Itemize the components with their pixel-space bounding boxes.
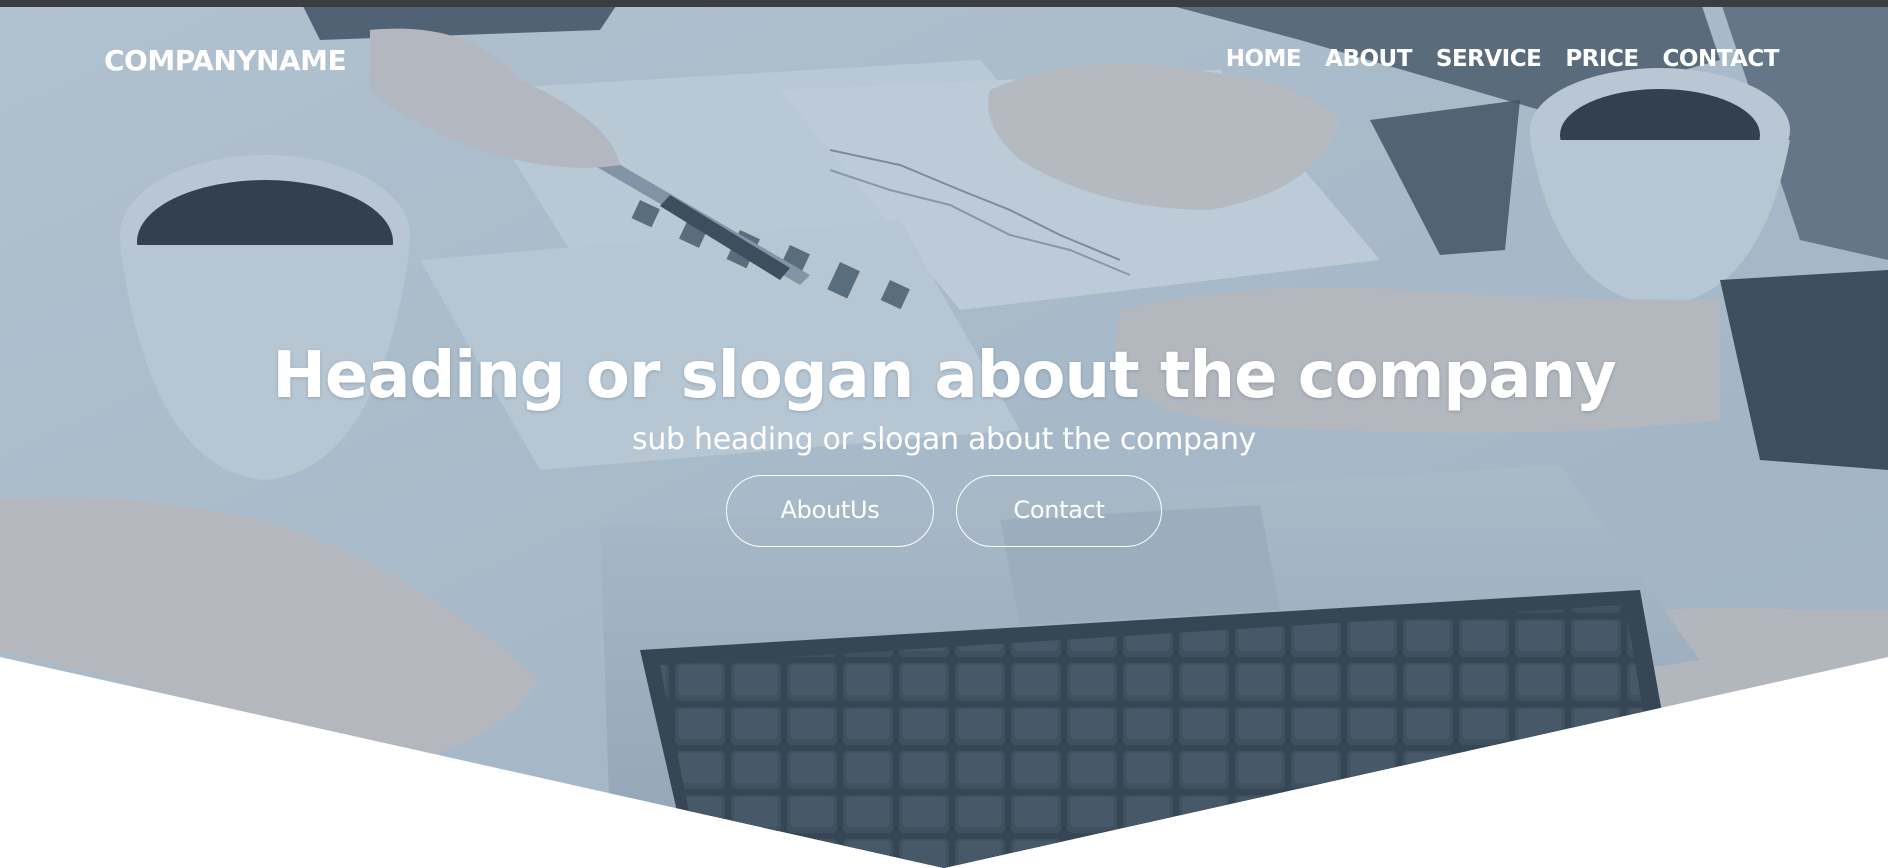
- top-navigation: COMPANYNAME HOME ABOUT SERVICE PRICE CON…: [0, 0, 1888, 120]
- nav-item-contact[interactable]: CONTACT: [1663, 46, 1780, 72]
- hero-heading: Heading or slogan about the company: [272, 339, 1616, 413]
- nav-item-service[interactable]: SERVICE: [1436, 46, 1542, 72]
- about-us-button[interactable]: AboutUs: [726, 475, 934, 547]
- nav-menu: HOME ABOUT SERVICE PRICE CONTACT: [1226, 46, 1780, 72]
- contact-button[interactable]: Contact: [956, 475, 1162, 547]
- hero-content: Heading or slogan about the company sub …: [0, 336, 1888, 547]
- nav-item-price[interactable]: PRICE: [1565, 46, 1639, 72]
- brand-logo[interactable]: COMPANYNAME: [104, 44, 347, 77]
- hero-subheading: sub heading or slogan about the company: [632, 422, 1256, 457]
- hero-buttons: AboutUs Contact: [0, 475, 1888, 547]
- nav-item-home[interactable]: HOME: [1226, 46, 1302, 72]
- browser-top-bar: [0, 0, 1888, 7]
- nav-item-about[interactable]: ABOUT: [1325, 46, 1412, 72]
